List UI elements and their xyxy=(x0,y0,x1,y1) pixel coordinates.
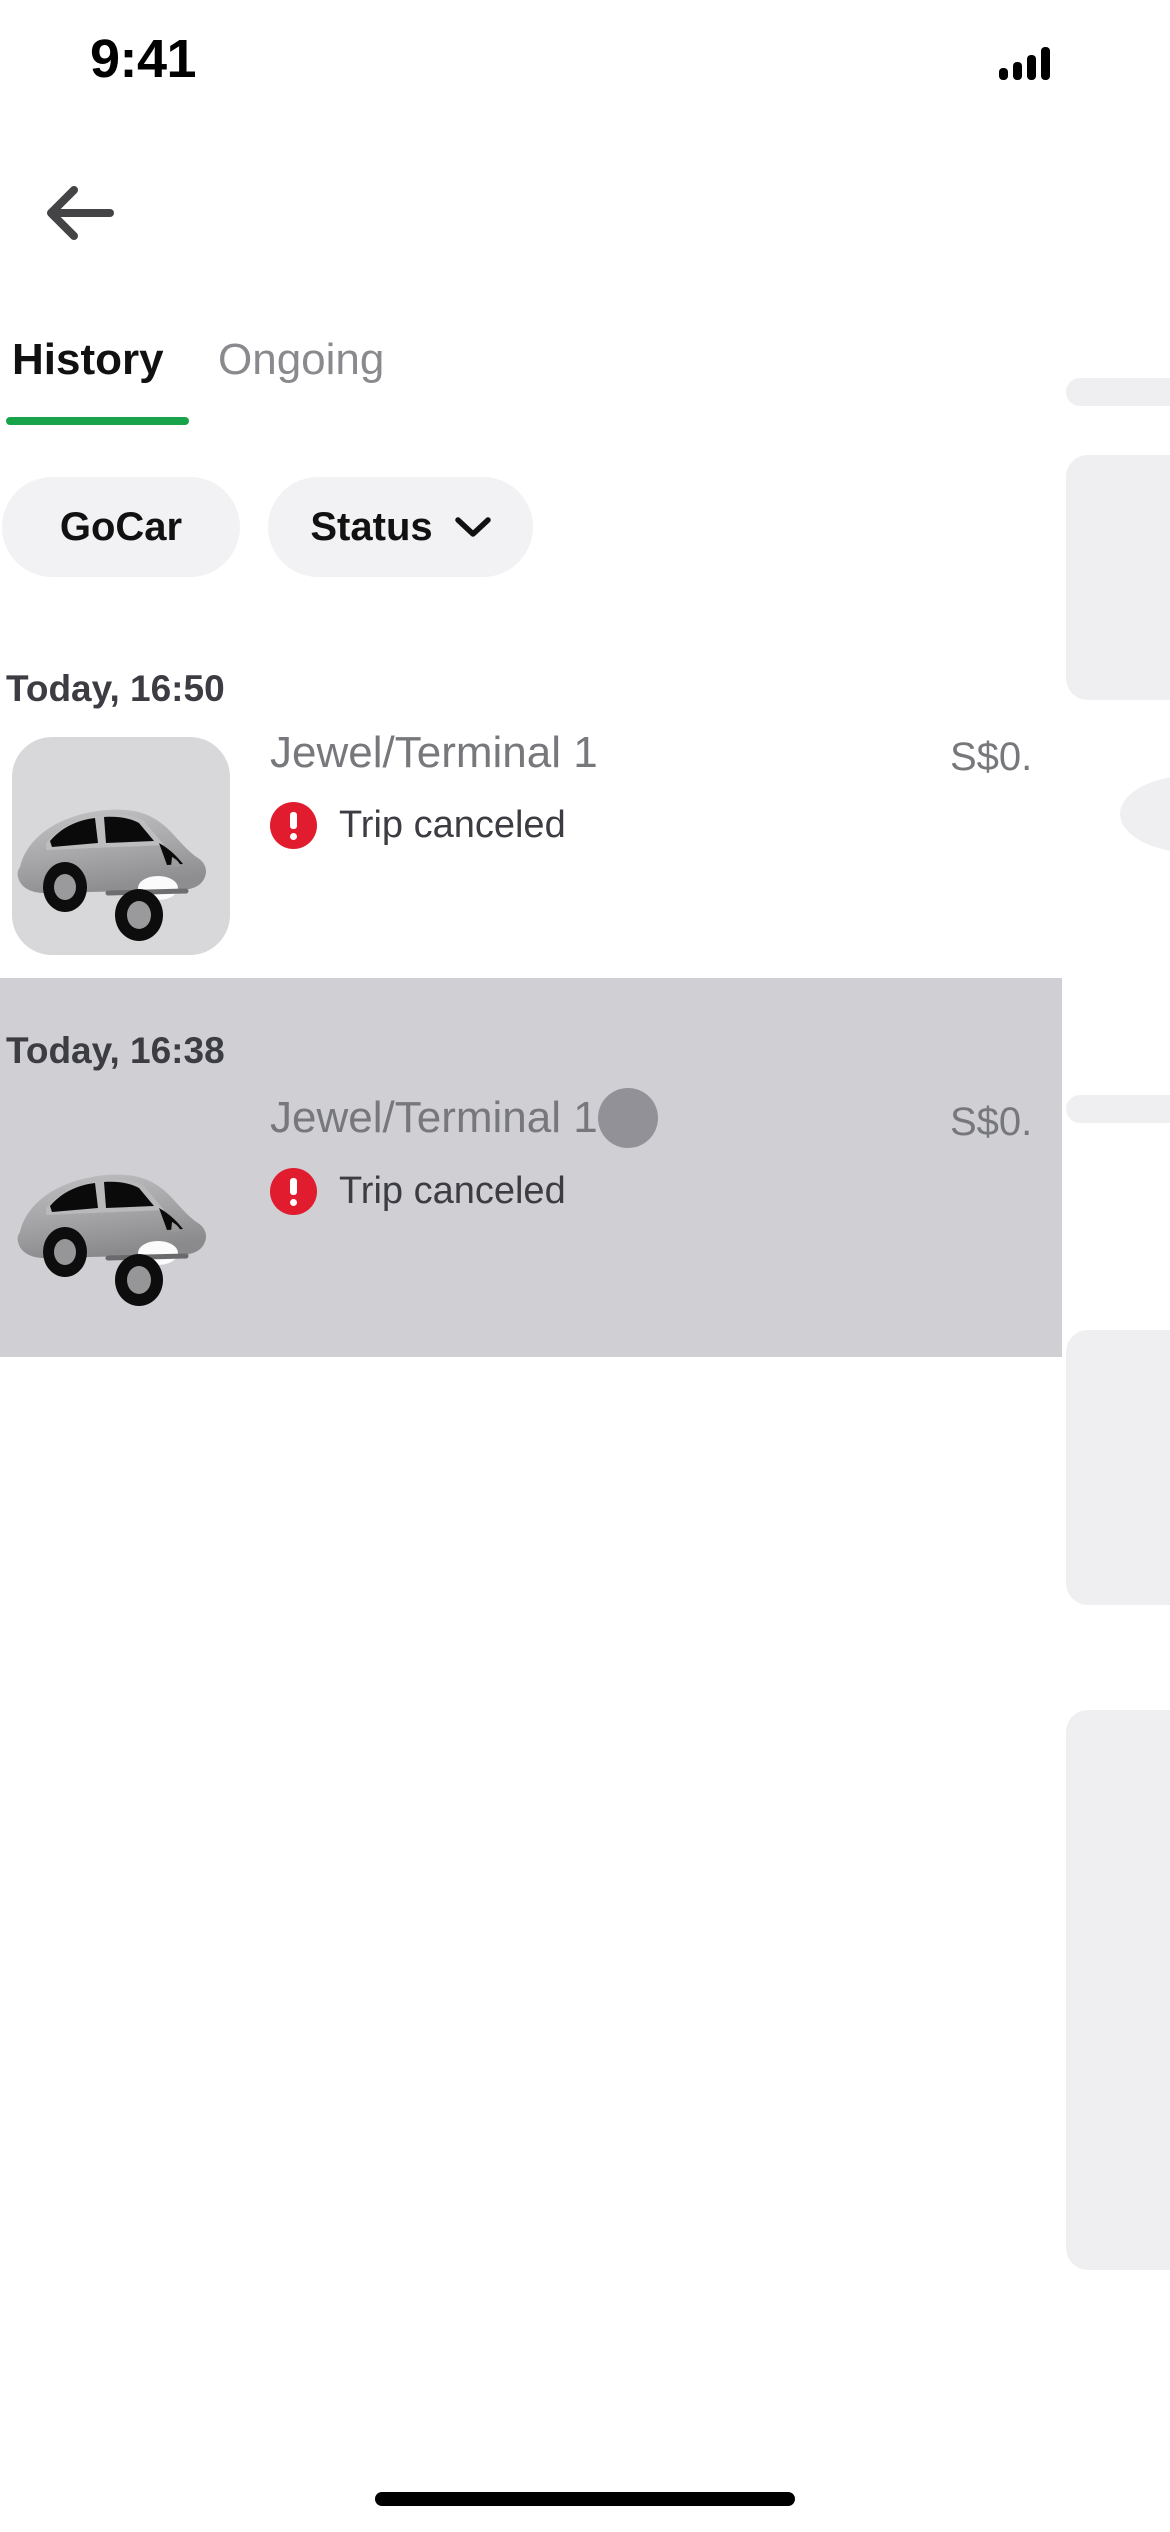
trip-date: Today, 16:38 xyxy=(6,1030,225,1071)
status-bar: 9:41 xyxy=(0,0,1062,110)
next-screen-peek-panel xyxy=(1062,0,1170,2532)
filter-chip-status[interactable]: Status xyxy=(268,477,533,577)
home-indicator-bar[interactable] xyxy=(375,2492,795,2506)
filter-chip-status-label: Status xyxy=(310,504,433,549)
car-thumbnail-icon xyxy=(12,737,230,955)
trip-status: Trip canceled xyxy=(270,1168,566,1215)
error-exclamation-icon xyxy=(270,1168,317,1215)
active-tab-indicator xyxy=(6,417,189,425)
app-content: 9:41 History Ongoing GoCar Status Today,… xyxy=(0,0,1062,2532)
back-button[interactable] xyxy=(34,168,134,258)
trip-date: Today, 16:50 xyxy=(6,668,225,709)
touch-indicator xyxy=(598,1088,658,1148)
status-bar-icons xyxy=(999,46,1062,80)
skeleton-placeholder xyxy=(1120,775,1170,853)
trip-price: S$0. xyxy=(950,735,1033,779)
filter-chip-gocar[interactable]: GoCar xyxy=(2,477,240,577)
filter-chip-gocar-label: GoCar xyxy=(59,504,183,549)
tab-ongoing[interactable]: Ongoing xyxy=(218,335,384,385)
skeleton-placeholder xyxy=(1066,1330,1170,1605)
error-exclamation-icon xyxy=(270,802,317,849)
trip-status: Trip canceled xyxy=(270,802,566,849)
tab-history[interactable]: History xyxy=(12,335,164,385)
phone-screen: 9:41 History Ongoing GoCar Status Today,… xyxy=(0,0,1170,2532)
chevron-down-icon xyxy=(454,517,491,537)
status-bar-clock: 9:41 xyxy=(90,29,197,89)
cellular-signal-icon xyxy=(999,46,1050,80)
skeleton-placeholder xyxy=(1066,378,1170,406)
tab-bar: History Ongoing xyxy=(0,335,1062,445)
car-thumbnail-icon xyxy=(12,1102,230,1320)
trip-list-item[interactable]: Today, 16:38 Jewel/Terminal 1 S$0. Trip … xyxy=(0,978,1062,1357)
skeleton-placeholder xyxy=(1066,1095,1170,1123)
back-arrow-icon xyxy=(47,186,114,240)
skeleton-placeholder xyxy=(1066,455,1170,700)
trip-title: Jewel/Terminal 1 xyxy=(270,728,598,777)
trip-status-label: Trip canceled xyxy=(339,1170,566,1212)
trip-title: Jewel/Terminal 1 xyxy=(270,1093,598,1142)
trip-list-item[interactable]: Today, 16:50 Jewel/Terminal 1 S$0. Trip … xyxy=(0,640,1062,978)
trip-status-label: Trip canceled xyxy=(339,804,566,846)
skeleton-placeholder xyxy=(1066,1710,1170,2270)
trip-price: S$0. xyxy=(950,1100,1033,1144)
